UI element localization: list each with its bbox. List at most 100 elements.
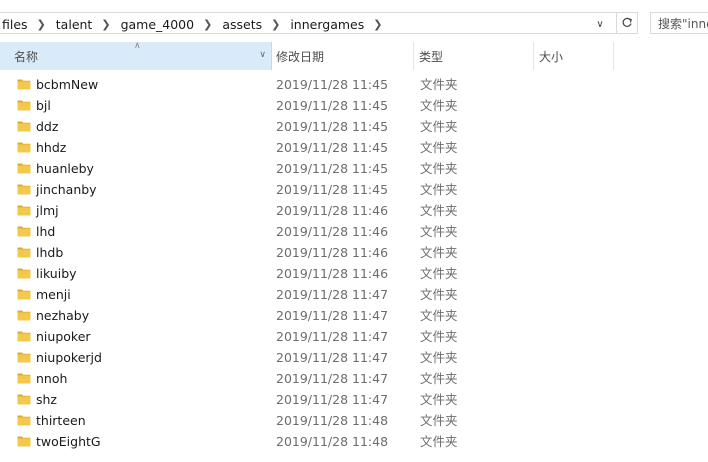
folder-icon: [17, 163, 31, 174]
file-row[interactable]: niupoker 2019/11/28 11:47 文件夹: [0, 326, 708, 347]
file-row[interactable]: ddz 2019/11/28 11:45 文件夹: [0, 116, 708, 137]
file-name[interactable]: jinchanby: [36, 179, 97, 200]
file-type: 文件夹: [420, 392, 458, 407]
folder-icon: [17, 184, 31, 195]
file-name[interactable]: ddz: [36, 116, 58, 137]
file-list: bcbmNew 2019/11/28 11:45 文件夹 bjl 2019/11/28 …: [0, 74, 708, 452]
chevron-right-icon[interactable]: ❯: [203, 18, 212, 31]
file-name[interactable]: lhdb: [36, 242, 63, 263]
file-type: 文件夹: [420, 350, 458, 365]
folder-icon: [17, 436, 31, 447]
breadcrumb-assets[interactable]: assets: [221, 17, 263, 32]
file-row[interactable]: lhd 2019/11/28 11:46 文件夹: [0, 221, 708, 242]
file-row[interactable]: niupokerjd 2019/11/28 11:47 文件夹: [0, 347, 708, 368]
file-date-modified: 2019/11/28 11:45: [276, 119, 389, 134]
column-header-size[interactable]: 大小: [534, 42, 614, 70]
file-name[interactable]: jlmj: [36, 200, 59, 221]
column-header-type-label: 类型: [419, 49, 444, 64]
file-name[interactable]: bjl: [36, 95, 51, 116]
column-header-type[interactable]: 类型: [414, 42, 534, 70]
breadcrumb-files[interactable]: files: [1, 17, 29, 32]
folder-icon: [17, 289, 31, 300]
column-header-date-label: 修改日期: [276, 49, 325, 64]
address-box[interactable]: files ❯ talent ❯ game_4000 ❯ assets ❯ in…: [0, 12, 638, 34]
file-name[interactable]: menji: [36, 284, 71, 305]
file-type: 文件夹: [420, 161, 458, 176]
file-name[interactable]: huanleby: [36, 158, 94, 179]
file-type: 文件夹: [420, 329, 458, 344]
folder-icon: [17, 79, 31, 90]
chevron-right-icon[interactable]: ❯: [101, 18, 110, 31]
file-type: 文件夹: [420, 119, 458, 134]
folder-icon: [17, 394, 31, 405]
chevron-right-icon[interactable]: ❯: [271, 18, 280, 31]
file-row[interactable]: jlmj 2019/11/28 11:46 文件夹: [0, 200, 708, 221]
file-date-modified: 2019/11/28 11:46: [276, 224, 389, 239]
column-header-name[interactable]: ∧ 名称 ∨: [0, 41, 272, 70]
file-date-modified: 2019/11/28 11:47: [276, 329, 389, 344]
file-type: 文件夹: [420, 245, 458, 260]
file-row[interactable]: twoEightG 2019/11/28 11:48 文件夹: [0, 431, 708, 452]
breadcrumb: files ❯ talent ❯ game_4000 ❯ assets ❯ in…: [1, 13, 391, 35]
file-name[interactable]: nnoh: [36, 368, 67, 389]
breadcrumb-game-4000[interactable]: game_4000: [120, 17, 196, 32]
file-row[interactable]: jinchanby 2019/11/28 11:45 文件夹: [0, 179, 708, 200]
file-type: 文件夹: [420, 140, 458, 155]
file-type: 文件夹: [420, 413, 458, 428]
folder-icon: [17, 226, 31, 237]
file-row[interactable]: bcbmNew 2019/11/28 11:45 文件夹: [0, 74, 708, 95]
file-name[interactable]: hhdz: [36, 137, 66, 158]
file-date-modified: 2019/11/28 11:46: [276, 266, 389, 281]
file-name[interactable]: shz: [36, 389, 57, 410]
sort-ascending-icon: ∧: [134, 41, 141, 51]
column-header-row: ∧ 名称 ∨ 修改日期 类型 大小: [0, 41, 708, 70]
file-name[interactable]: twoEightG: [36, 431, 101, 452]
breadcrumb-talent[interactable]: talent: [55, 17, 94, 32]
folder-icon: [17, 100, 31, 111]
file-type: 文件夹: [420, 182, 458, 197]
file-type: 文件夹: [420, 77, 458, 92]
file-name[interactable]: niupokerjd: [36, 347, 102, 368]
file-row[interactable]: likuiby 2019/11/28 11:46 文件夹: [0, 263, 708, 284]
folder-icon: [17, 268, 31, 279]
folder-icon: [17, 352, 31, 363]
file-row[interactable]: lhdb 2019/11/28 11:46 文件夹: [0, 242, 708, 263]
file-row[interactable]: huanleby 2019/11/28 11:45 文件夹: [0, 158, 708, 179]
file-row[interactable]: shz 2019/11/28 11:47 文件夹: [0, 389, 708, 410]
search-input[interactable]: 搜索"inne: [650, 12, 708, 34]
file-row[interactable]: bjl 2019/11/28 11:45 文件夹: [0, 95, 708, 116]
file-row[interactable]: thirteen 2019/11/28 11:48 文件夹: [0, 410, 708, 431]
chevron-right-icon[interactable]: ❯: [37, 18, 46, 31]
column-header-date[interactable]: 修改日期: [272, 42, 414, 70]
file-name[interactable]: lhd: [36, 221, 55, 242]
file-name[interactable]: nezhaby: [36, 305, 89, 326]
chevron-down-icon[interactable]: ∨: [591, 13, 609, 35]
refresh-icon[interactable]: [616, 13, 637, 33]
breadcrumb-innergames[interactable]: innergames: [289, 17, 365, 32]
file-type: 文件夹: [420, 308, 458, 323]
file-date-modified: 2019/11/28 11:45: [276, 77, 389, 92]
file-date-modified: 2019/11/28 11:45: [276, 161, 389, 176]
file-date-modified: 2019/11/28 11:45: [276, 140, 389, 155]
folder-icon: [17, 415, 31, 426]
column-header-size-label: 大小: [539, 49, 564, 64]
file-name[interactable]: thirteen: [36, 410, 86, 431]
chevron-down-icon[interactable]: ∨: [259, 50, 266, 60]
file-date-modified: 2019/11/28 11:45: [276, 182, 389, 197]
file-row[interactable]: menji 2019/11/28 11:47 文件夹: [0, 284, 708, 305]
folder-icon: [17, 121, 31, 132]
file-date-modified: 2019/11/28 11:47: [276, 392, 389, 407]
file-row[interactable]: hhdz 2019/11/28 11:45 文件夹: [0, 137, 708, 158]
file-date-modified: 2019/11/28 11:46: [276, 245, 389, 260]
address-bar: files ❯ talent ❯ game_4000 ❯ assets ❯ in…: [0, 0, 708, 42]
file-date-modified: 2019/11/28 11:48: [276, 413, 389, 428]
file-date-modified: 2019/11/28 11:47: [276, 371, 389, 386]
file-row[interactable]: nezhaby 2019/11/28 11:47 文件夹: [0, 305, 708, 326]
file-name[interactable]: likuiby: [36, 263, 77, 284]
file-row[interactable]: nnoh 2019/11/28 11:47 文件夹: [0, 368, 708, 389]
file-date-modified: 2019/11/28 11:45: [276, 98, 389, 113]
file-name[interactable]: niupoker: [36, 326, 91, 347]
chevron-right-icon[interactable]: ❯: [373, 18, 382, 31]
file-name[interactable]: bcbmNew: [36, 74, 98, 95]
file-type: 文件夹: [420, 287, 458, 302]
